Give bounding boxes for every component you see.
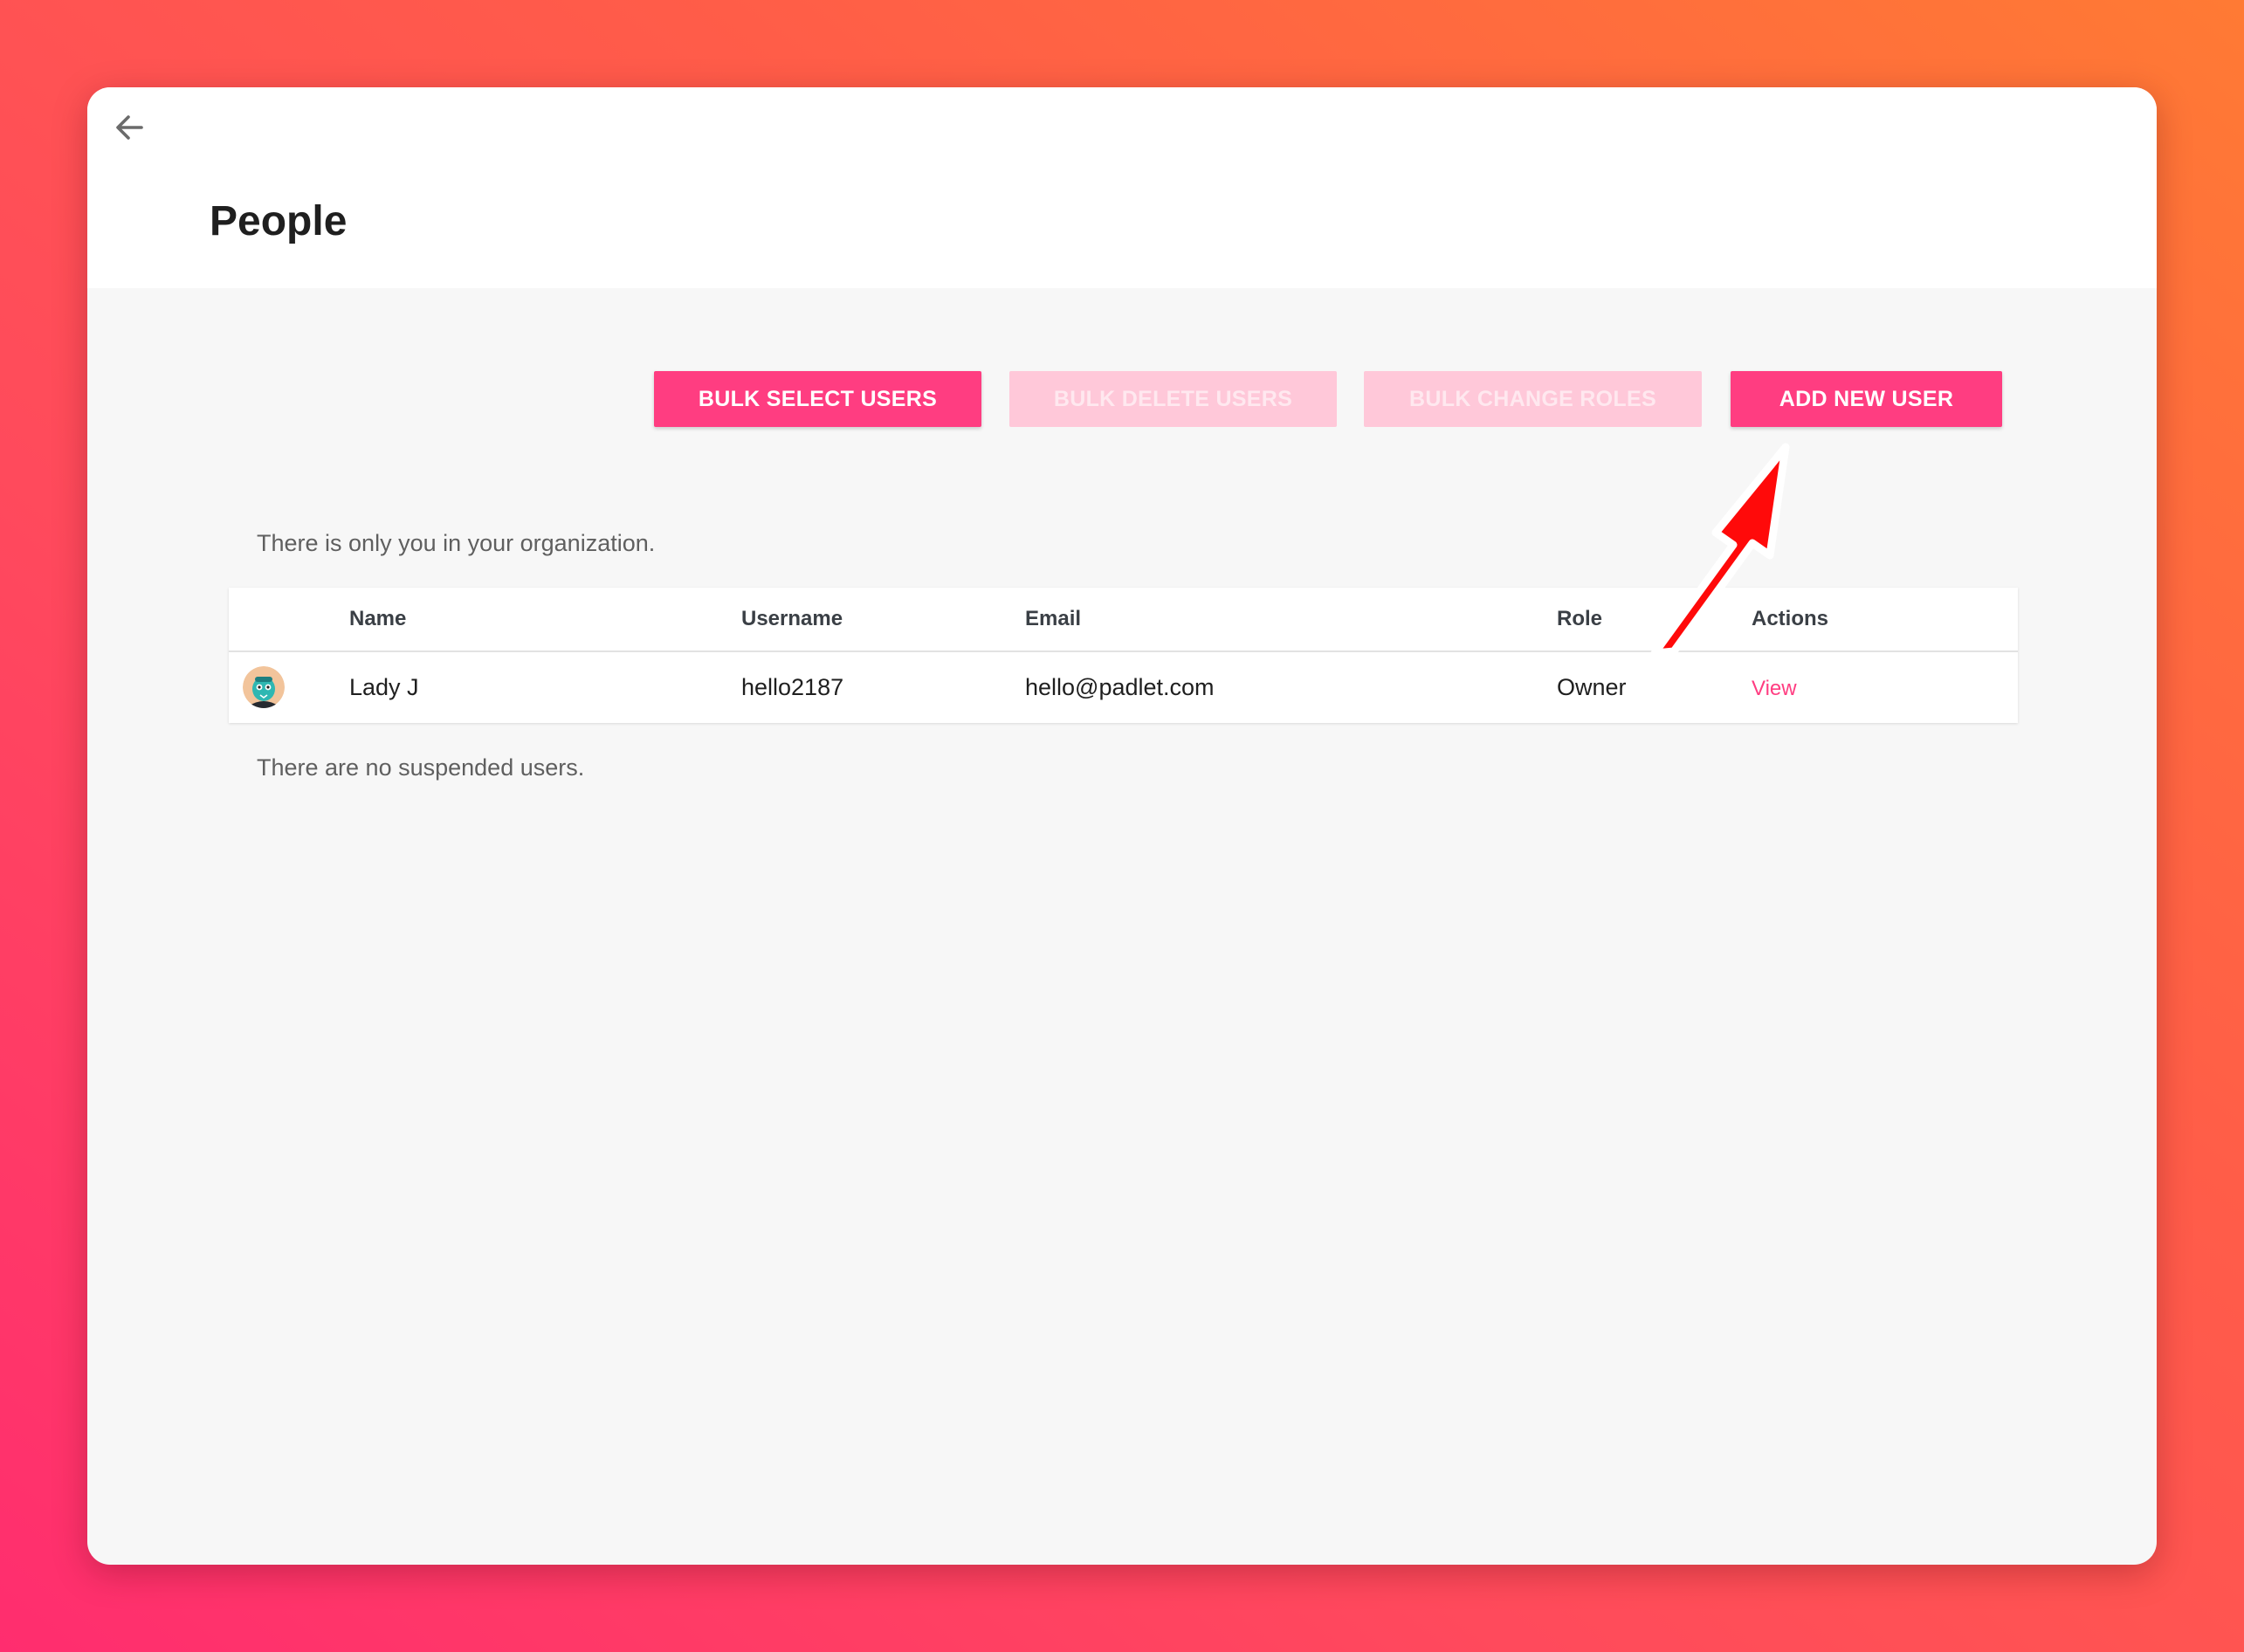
add-new-user-button[interactable]: ADD NEW USER — [1731, 371, 2002, 427]
user-role: Owner — [1557, 674, 1627, 700]
back-button[interactable] — [107, 105, 152, 150]
app-window: People BULK SELECT USERS BULK DELETE USE… — [87, 87, 2157, 1565]
page-title: People — [210, 198, 348, 244]
user-email: hello@padlet.com — [1025, 674, 1215, 700]
table-row: Lady J hello2187 hello@padlet.com Owner … — [229, 652, 2018, 723]
user-avatar — [243, 666, 285, 708]
column-header-name: Name — [349, 607, 407, 630]
bulk-delete-users-button[interactable]: BULK DELETE USERS — [1009, 371, 1337, 427]
column-header-username: Username — [741, 607, 843, 630]
bulk-select-users-button[interactable]: BULK SELECT USERS — [654, 371, 981, 427]
arrow-left-icon — [116, 115, 143, 140]
column-header-email: Email — [1025, 607, 1082, 630]
column-header-actions: Actions — [1752, 607, 1829, 630]
view-user-link[interactable]: View — [1752, 677, 1797, 700]
suspended-users-note: There are no suspended users. — [257, 754, 585, 781]
organization-note: There is only you in your organization. — [257, 530, 656, 556]
users-table: Name Username Email Role Actions Lady J … — [229, 588, 2018, 723]
user-name: Lady J — [349, 674, 419, 700]
column-header-role: Role — [1557, 607, 1603, 630]
table-header: Name Username Email Role Actions — [229, 588, 2018, 652]
user-username: hello2187 — [741, 674, 844, 700]
page-header: People — [87, 87, 2157, 288]
bulk-change-roles-button[interactable]: BULK CHANGE ROLES — [1364, 371, 1702, 427]
